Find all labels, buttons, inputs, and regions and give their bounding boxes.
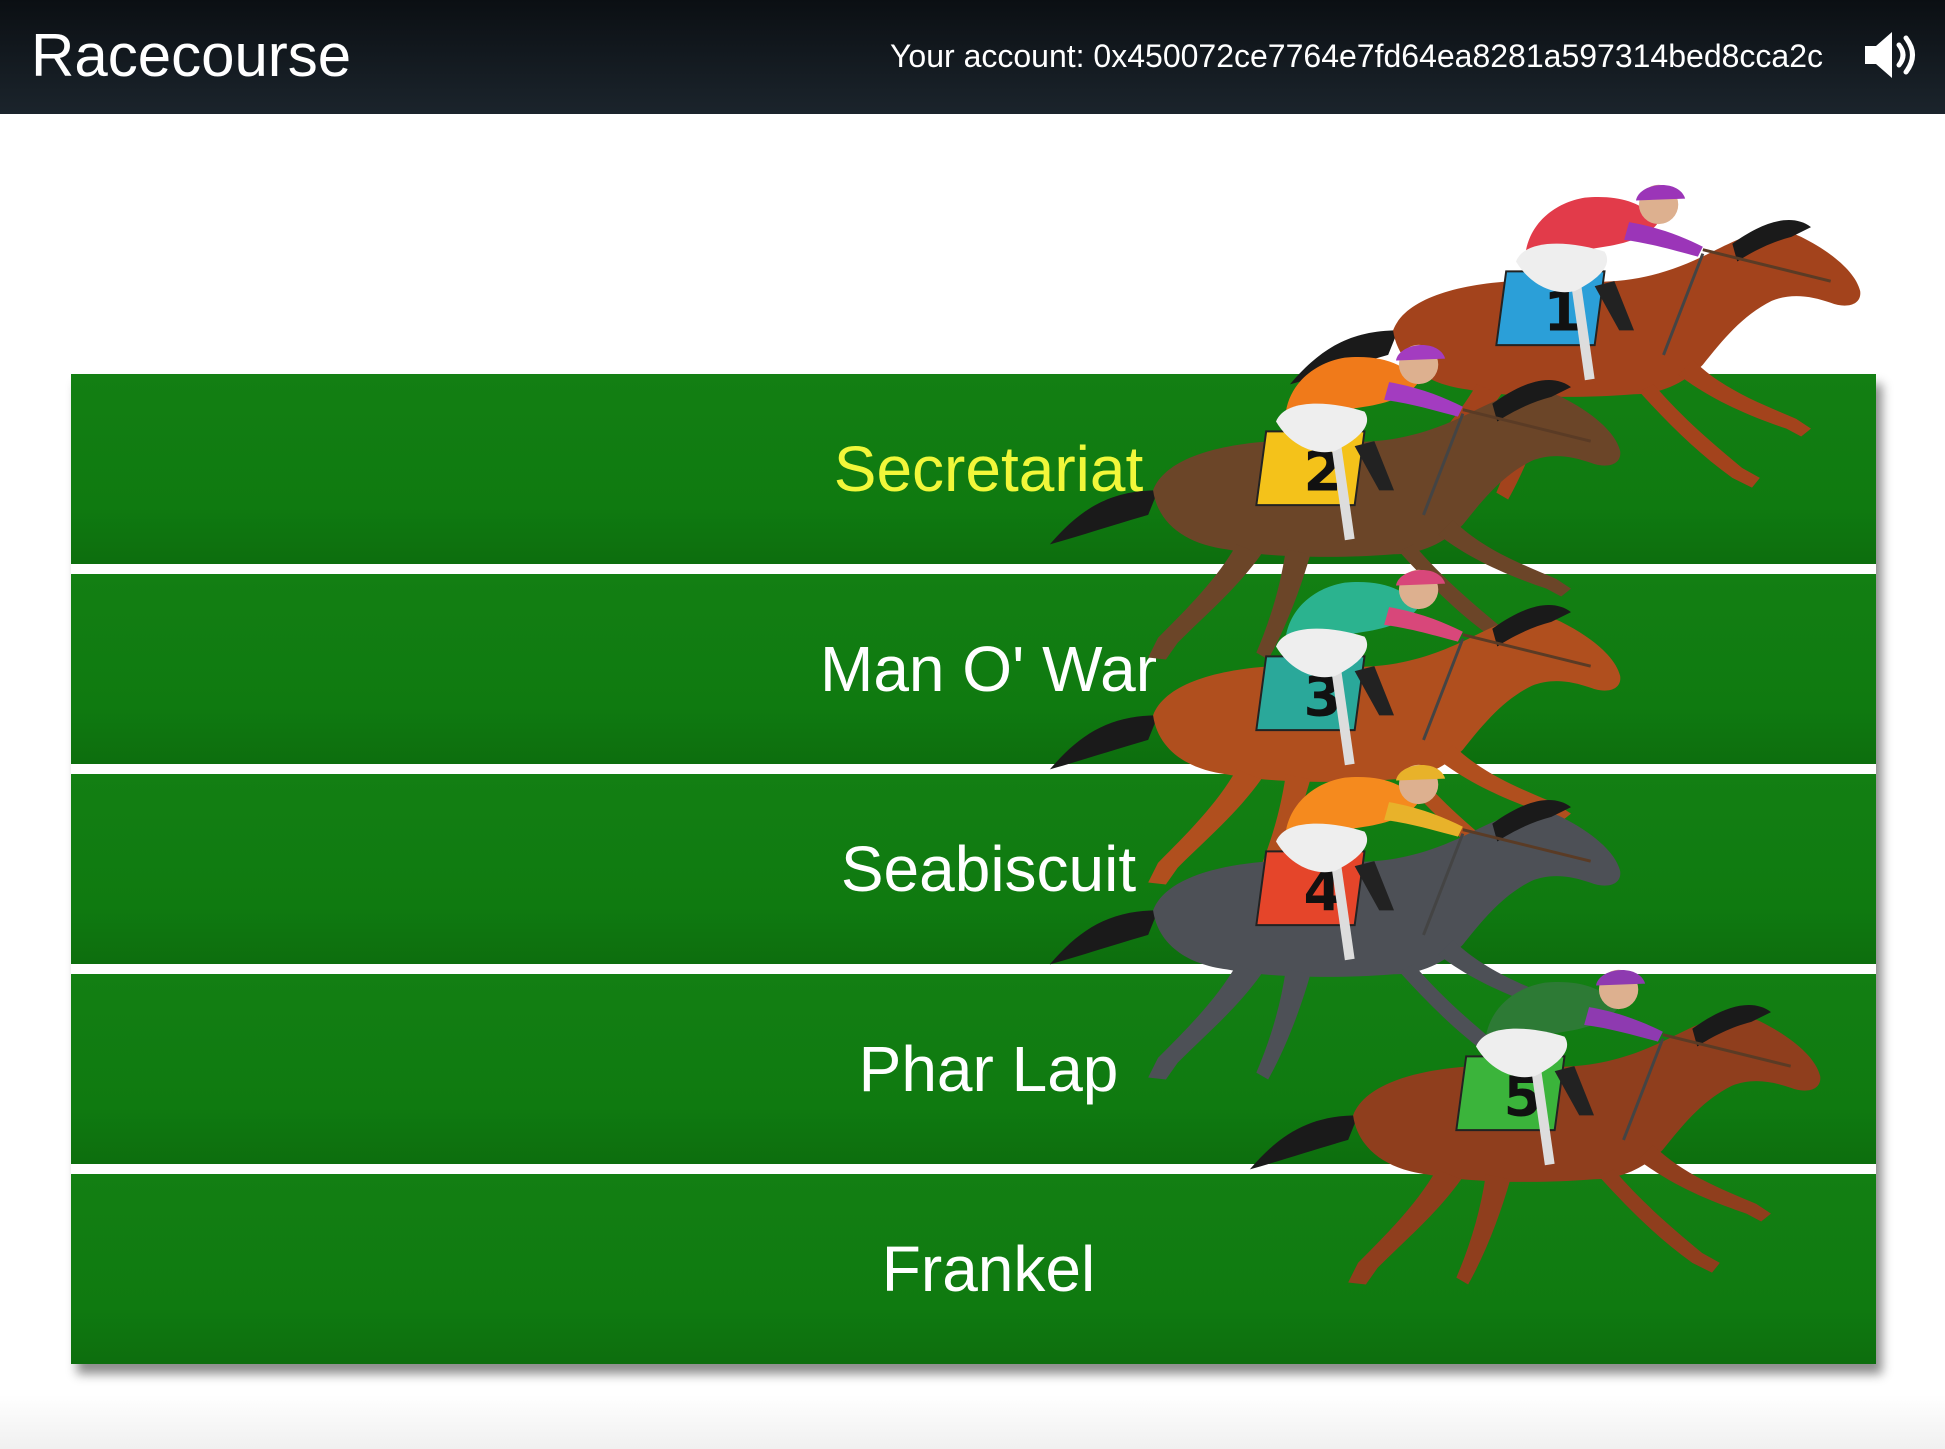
top-bar: Racecourse Your account: 0x450072ce7764e… (0, 0, 1945, 114)
racehorse-5: 5 (1249, 969, 1821, 1285)
speaker-volume-icon[interactable] (1861, 27, 1919, 83)
app-title: Racecourse (31, 22, 352, 89)
page-footer-band (0, 1395, 1945, 1449)
lane-label: Frankel (881, 1233, 1096, 1305)
account-address: Your account: 0x450072ce7764e7fd64ea8281… (890, 38, 1823, 74)
